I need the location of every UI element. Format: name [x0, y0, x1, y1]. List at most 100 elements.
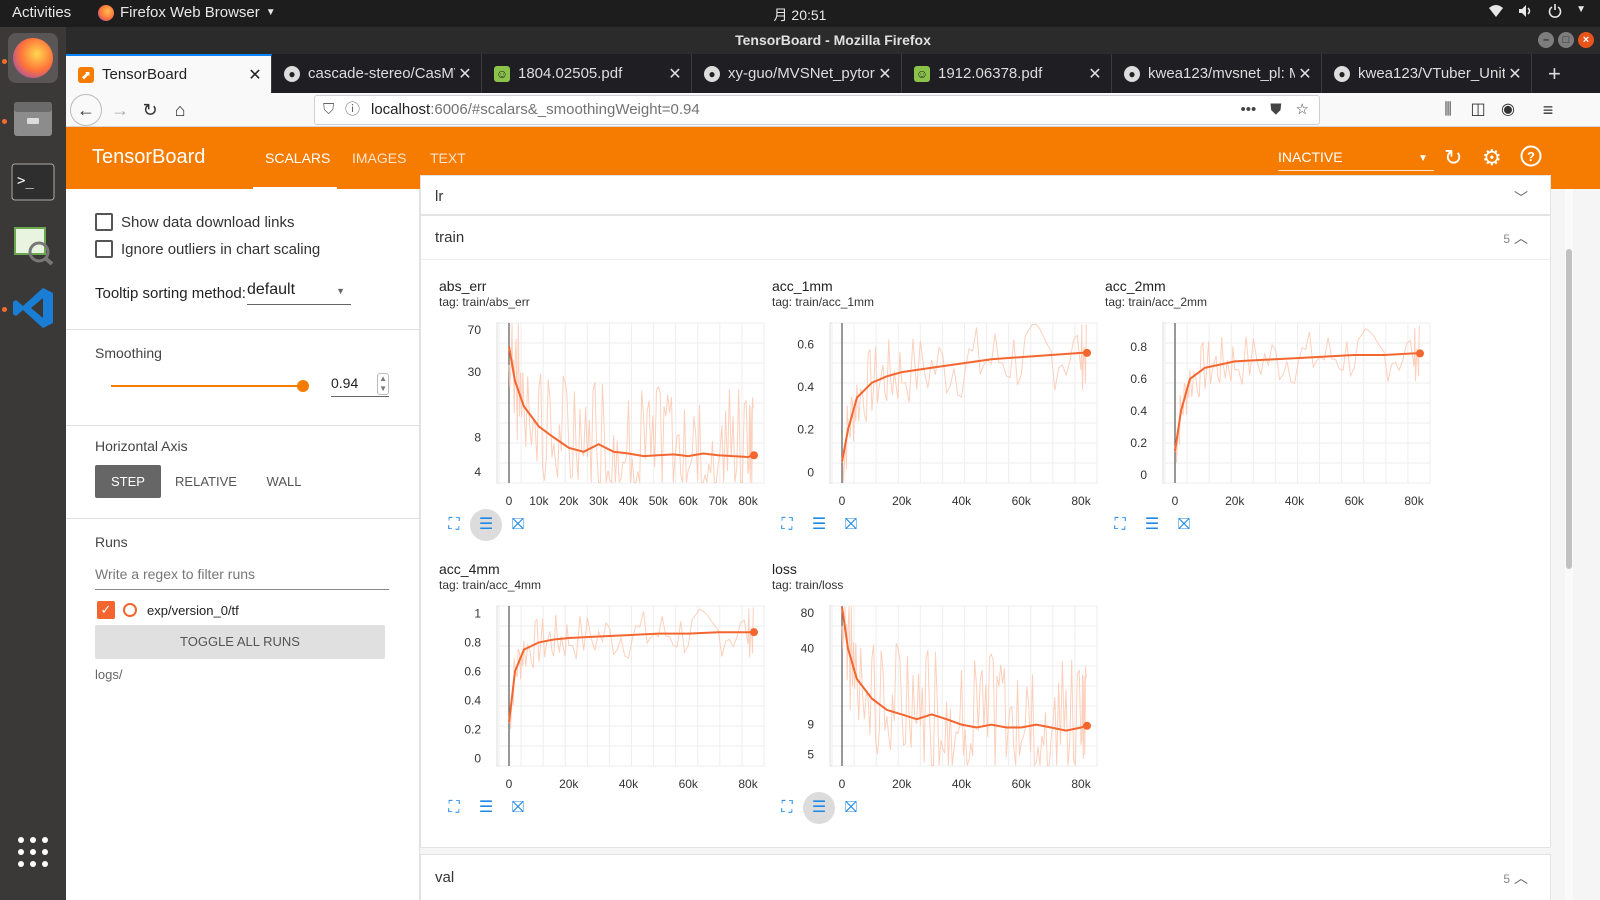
y-tick-label: 30 — [468, 365, 482, 379]
forward-button[interactable]: → — [106, 96, 134, 124]
log-scale-toggle-icon[interactable]: ☰ — [470, 509, 502, 541]
tab-pdf[interactable]: ☺ 1912.06378.pdf ✕ — [902, 54, 1112, 93]
reload-button[interactable]: ↻ — [136, 96, 164, 124]
stepper-icon[interactable]: ▲ ▼ — [377, 373, 389, 395]
log-scale-toggle-icon[interactable]: ☰ — [1141, 514, 1163, 536]
dock-image-viewer[interactable] — [8, 219, 58, 269]
fullscreen-icon[interactable]: ⛶ — [443, 514, 465, 536]
run-color-swatch[interactable] — [123, 603, 137, 617]
chevron-up-icon[interactable]: ︿ — [1514, 228, 1528, 248]
scrollbar-thumb[interactable] — [1566, 249, 1572, 569]
run-checkbox[interactable]: ✓ — [97, 601, 115, 619]
log-scale-toggle-icon[interactable]: ☰ — [803, 792, 835, 824]
close-icon[interactable]: ✕ — [1505, 64, 1525, 84]
os-top-bar: Activities Firefox Web Browser ▼ 月 20:51… — [0, 0, 1600, 27]
new-tab-button[interactable]: + — [1536, 54, 1576, 93]
clock[interactable]: 月 20:51 — [0, 5, 1600, 25]
y-tick-label: 0.2 — [797, 423, 814, 437]
dock-show-applications[interactable] — [8, 827, 58, 877]
minimize-button[interactable]: – — [1538, 32, 1554, 48]
info-icon[interactable]: ⓘ — [345, 96, 360, 124]
url-bar[interactable]: ⛉ ⓘ localhost:6006/#scalars&_smoothingWe… — [314, 95, 1320, 125]
close-window-button[interactable]: × — [1578, 32, 1594, 48]
system-tray[interactable]: ▼ — [1488, 4, 1586, 21]
close-icon[interactable]: ✕ — [665, 64, 685, 84]
close-icon[interactable]: ✕ — [1085, 64, 1105, 84]
log-scale-toggle-icon[interactable]: ☰ — [475, 797, 497, 819]
close-icon[interactable]: ✕ — [1295, 64, 1315, 84]
line-chart[interactable]: 1 0.8 0.6 0.4 0.2 0 0 20k 40k 60k 80k — [439, 596, 769, 796]
category-count: 5 — [1503, 872, 1510, 886]
maximize-button[interactable]: □ — [1558, 32, 1574, 48]
tab-github[interactable]: ● kwea123/mvsnet_pl: M ✕ — [1112, 54, 1322, 93]
toggle-all-runs-button[interactable]: TOGGLE ALL RUNS — [95, 625, 385, 659]
tab-tensorboard[interactable]: ⬈ TensorBoard ✕ — [66, 54, 272, 93]
close-icon[interactable]: ✕ — [245, 65, 265, 85]
fit-domain-icon[interactable]: ⛝ — [507, 514, 529, 536]
fit-domain-icon[interactable]: ⛝ — [840, 514, 862, 536]
fullscreen-icon[interactable]: ⛶ — [443, 797, 465, 819]
page-actions-icon[interactable]: ••• — [1241, 96, 1257, 124]
chevron-down-icon[interactable]: ﹀ — [1514, 188, 1528, 208]
category-header[interactable]: train 5 ︿ — [421, 216, 1550, 260]
run-item[interactable]: ✓ exp/version_0/tf — [97, 601, 239, 619]
line-chart[interactable]: 0.8 0.6 0.4 0.2 0 0 20k 40k 60k 80k — [1105, 313, 1435, 513]
tab-pdf[interactable]: ☺ 1804.02505.pdf ✕ — [482, 54, 692, 93]
menu-button[interactable]: ≡ — [1534, 96, 1562, 124]
smoothing-slider-track[interactable] — [111, 385, 303, 387]
axis-step-button[interactable]: STEP — [95, 465, 161, 498]
category-val[interactable]: val 5 ︿ — [420, 854, 1551, 900]
help-icon[interactable]: ? — [1520, 145, 1542, 173]
close-icon[interactable]: ✕ — [875, 64, 895, 84]
tab-images[interactable]: IMAGES — [352, 150, 406, 166]
fullscreen-icon[interactable]: ⛶ — [1109, 514, 1131, 536]
x-tick-label: 0 — [839, 777, 846, 791]
ignore-outliers-checkbox[interactable]: Ignore outliers in chart scaling — [95, 240, 320, 258]
tab-scalars[interactable]: SCALARS — [265, 150, 330, 166]
fit-domain-icon[interactable]: ⛝ — [1173, 514, 1195, 536]
files-icon — [14, 102, 52, 136]
show-download-links-checkbox[interactable]: Show data download links — [95, 213, 294, 231]
dock-firefox[interactable] — [8, 33, 58, 83]
smoothing-slider-thumb[interactable] — [297, 380, 309, 392]
reload-icon[interactable]: ↻ — [1444, 145, 1462, 171]
dock-terminal[interactable]: >_ — [8, 157, 58, 207]
close-icon[interactable]: ✕ — [455, 64, 475, 84]
inactive-plugins-dropdown[interactable]: INACTIVE ▼ — [1278, 149, 1434, 171]
pocket-icon[interactable]: ⛊ — [1270, 96, 1281, 124]
smoothing-input[interactable]: 0.94 ▲ ▼ — [331, 373, 389, 397]
tab-text[interactable]: TEXT — [430, 150, 466, 166]
sidebar-button[interactable]: ◫ — [1464, 96, 1492, 124]
axis-relative-button[interactable]: RELATIVE — [170, 465, 242, 498]
chevron-up-icon[interactable]: ︿ — [1514, 868, 1528, 888]
shield-icon[interactable]: ⛉ — [323, 96, 334, 124]
tooltip-sorting-select[interactable]: default ▼ — [247, 281, 351, 305]
x-tick-label: 20k — [559, 494, 579, 508]
scrollbar[interactable] — [1565, 189, 1573, 900]
tab-github[interactable]: ● kwea123/VTuber_Unity ✕ — [1322, 54, 1532, 93]
line-chart[interactable]: 80 40 9 5 0 20k 40k 60k 80k — [772, 596, 1102, 796]
checkbox-box[interactable] — [95, 240, 113, 258]
axis-wall-button[interactable]: WALL — [254, 465, 314, 498]
settings-gear-icon[interactable]: ⚙ — [1482, 145, 1502, 171]
dock-files[interactable] — [8, 93, 58, 143]
library-button[interactable]: ⫼ — [1434, 96, 1462, 124]
tab-github[interactable]: ● xy-guo/MVSNet_pytorch ✕ — [692, 54, 902, 93]
fit-domain-icon[interactable]: ⛝ — [507, 797, 529, 819]
back-button[interactable]: ← — [70, 94, 102, 126]
runs-filter-input[interactable]: Write a regex to filter runs — [95, 566, 389, 590]
fullscreen-icon[interactable]: ⛶ — [776, 797, 798, 819]
category-lr[interactable]: lr ﹀ — [420, 175, 1551, 215]
bookmark-star-icon[interactable]: ☆ — [1296, 96, 1309, 124]
line-chart[interactable]: 0.6 0.4 0.2 0 0 20k 40k 60k 80k — [772, 313, 1102, 513]
fit-domain-icon[interactable]: ⛝ — [840, 797, 862, 819]
log-scale-toggle-icon[interactable]: ☰ — [808, 514, 830, 536]
tab-github[interactable]: ● cascade-stereo/CasMVS ✕ — [272, 54, 482, 93]
dock-vscode[interactable] — [8, 283, 58, 333]
home-button[interactable]: ⌂ — [166, 96, 194, 124]
checkbox-box[interactable] — [95, 213, 113, 231]
line-chart[interactable]: 70 30 8 4 0 10k 20k 30k 40k 50k 60k 70k 80k — [439, 313, 769, 513]
window-titlebar[interactable]: TensorBoard - Mozilla Firefox – □ × — [66, 27, 1600, 54]
account-button[interactable]: ◉ — [1494, 96, 1522, 124]
fullscreen-icon[interactable]: ⛶ — [776, 514, 798, 536]
